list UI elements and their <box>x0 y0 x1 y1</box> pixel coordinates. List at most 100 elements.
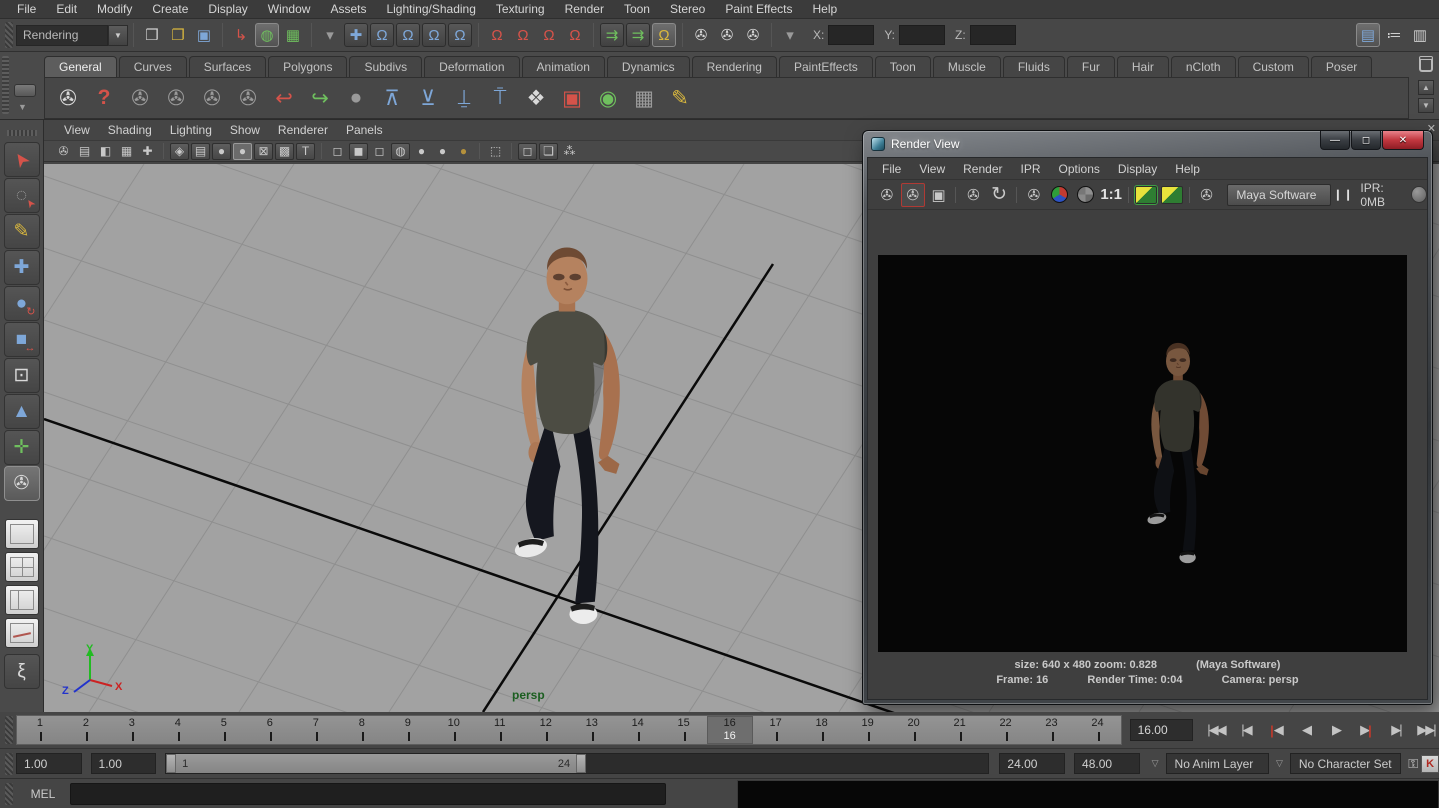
ambient-light-icon[interactable]: ● <box>454 143 473 160</box>
layout-persp-graph-button[interactable] <box>5 618 39 648</box>
menu-render[interactable]: Render <box>556 0 613 18</box>
z-coord-input[interactable] <box>970 25 1016 45</box>
camera-attributes-icon[interactable]: ▤ <box>75 143 94 160</box>
timeline-grip[interactable] <box>5 716 13 744</box>
resolution-gate-icon[interactable]: ▤ <box>191 143 210 160</box>
toolbox-grip[interactable] <box>7 130 37 136</box>
rv-menu-render[interactable]: Render <box>955 160 1010 178</box>
select-hierarchy-icon[interactable]: ↳ <box>229 23 253 47</box>
paint-select-tool[interactable]: ✎ <box>4 214 40 249</box>
current-time-field[interactable]: 16.00 <box>1130 719 1193 741</box>
snap-magnet-2-icon[interactable]: Ω <box>511 23 535 47</box>
frame-22[interactable]: 22 <box>983 716 1029 744</box>
shelf-tab-fluids[interactable]: Fluids <box>1003 56 1065 77</box>
default-lighting-icon[interactable]: ◻ <box>328 143 347 160</box>
timeline-ruler[interactable]: 1 2 3 4 5 6 7 8 9 10 11 12 13 14 15 1616… <box>16 715 1122 745</box>
minimize-button[interactable]: — <box>1320 131 1350 150</box>
frame-20[interactable]: 20 <box>891 716 937 744</box>
y-coord-input[interactable] <box>899 25 945 45</box>
isolate-select-icon[interactable]: ⬚ <box>486 143 505 160</box>
wireframe-icon[interactable]: ◈ <box>170 143 189 160</box>
bounding-box-icon[interactable]: ⊠ <box>254 143 273 160</box>
undo-icon[interactable]: ↩ <box>269 82 299 114</box>
render-current-frame-icon[interactable]: ✇ <box>875 183 899 207</box>
show-attribute-editor-icon[interactable]: ▤ <box>1356 23 1380 47</box>
set-key-icon[interactable]: ⚿ <box>1408 756 1418 772</box>
single-pane-icon[interactable]: ◻ <box>518 143 537 160</box>
frame-11[interactable]: 11 <box>477 716 523 744</box>
layout-outliner-persp-button[interactable] <box>5 585 39 615</box>
shelf-tab-muscle[interactable]: Muscle <box>933 56 1001 77</box>
frame-12[interactable]: 12 <box>523 716 569 744</box>
command-input[interactable] <box>70 783 666 805</box>
frame-18[interactable]: 18 <box>799 716 845 744</box>
frame-6[interactable]: 6 <box>247 716 293 744</box>
snap-plane-icon[interactable]: Ω <box>448 23 472 47</box>
menu-lighting-shading[interactable]: Lighting/Shading <box>377 0 484 18</box>
scale-tool[interactable]: ■↔ <box>4 322 40 357</box>
renderer-select[interactable]: Maya Software <box>1227 184 1330 206</box>
play-backwards-button[interactable]: ◀ <box>1293 718 1319 742</box>
frame-3[interactable]: 3 <box>109 716 155 744</box>
range-end-handle[interactable] <box>576 754 586 773</box>
shelf-tab-animation[interactable]: Animation <box>522 56 605 77</box>
rv-menu-options[interactable]: Options <box>1051 160 1108 178</box>
show-tool-settings-icon[interactable]: ≔ <box>1382 23 1406 47</box>
output-connections-icon[interactable]: ⇉ <box>626 23 650 47</box>
step-forward-key-button[interactable]: ▶| <box>1353 718 1379 742</box>
character-set-dropdown-icon[interactable]: ▽ <box>1276 758 1283 769</box>
shelf-tab-general[interactable]: General <box>44 56 117 77</box>
layout-four-pane-button[interactable] <box>5 552 39 582</box>
menu-paint-effects[interactable]: Paint Effects <box>716 0 801 18</box>
menu-modify[interactable]: Modify <box>88 0 141 18</box>
frame-9[interactable]: 9 <box>385 716 431 744</box>
last-tool-used[interactable]: ✇ <box>4 466 40 501</box>
open-scene-icon[interactable]: ❐ <box>166 23 190 47</box>
panel-menu-show[interactable]: Show <box>222 121 268 139</box>
group-icon[interactable]: ⍊ <box>449 82 479 114</box>
trash-icon[interactable] <box>1419 56 1433 72</box>
shelf-tab-surfaces[interactable]: Surfaces <box>189 56 266 77</box>
frame-24[interactable]: 24 <box>1075 716 1121 744</box>
default-material-icon[interactable]: ▩ <box>275 143 294 160</box>
shelf-tab-fur[interactable]: Fur <box>1067 56 1115 77</box>
frame-1[interactable]: 1 <box>17 716 63 744</box>
select-component-icon[interactable]: ▦ <box>281 23 305 47</box>
menu-toon[interactable]: Toon <box>615 0 659 18</box>
redo-previous-render-icon[interactable]: ✇ <box>901 183 925 207</box>
selection-mask-icon[interactable]: ▾ <box>318 23 342 47</box>
shelf-scroll-down-icon[interactable]: ▼ <box>1418 98 1434 113</box>
ipr-render-icon[interactable]: ✇ <box>715 23 739 47</box>
animation-end-field[interactable]: 48.00 <box>1074 753 1140 774</box>
maximize-button[interactable]: ◻ <box>1351 131 1381 150</box>
textured-icon[interactable]: T <box>296 143 315 160</box>
auto-keyframe-toggle[interactable]: K <box>1421 755 1439 773</box>
menu-file[interactable]: File <box>8 0 45 18</box>
quick-select-set-icon[interactable]: ◉ <box>593 82 623 114</box>
menu-window[interactable]: Window <box>259 0 320 18</box>
animation-start-field[interactable]: 1.00 <box>16 753 82 774</box>
new-scene-icon[interactable]: ❒ <box>140 23 164 47</box>
cmdline-grip[interactable] <box>5 783 13 805</box>
frame-21[interactable]: 21 <box>937 716 983 744</box>
menu-display[interactable]: Display <box>199 0 256 18</box>
frame-2[interactable]: 2 <box>63 716 109 744</box>
frame-23[interactable]: 23 <box>1029 716 1075 744</box>
snap-curve-icon[interactable]: Ω <box>396 23 420 47</box>
frame-14[interactable]: 14 <box>615 716 661 744</box>
all-lights-icon[interactable]: ● <box>412 143 431 160</box>
rv-menu-view[interactable]: View <box>911 160 953 178</box>
create-set-icon[interactable]: ▣ <box>557 82 587 114</box>
command-output[interactable] <box>737 780 1439 808</box>
save-scene-icon[interactable]: ▣ <box>192 23 216 47</box>
menu-edit[interactable]: Edit <box>47 0 86 18</box>
redo-icon[interactable]: ↪ <box>305 82 335 114</box>
parent-icon[interactable]: ⊼ <box>377 82 407 114</box>
sculpt-dragon-button[interactable]: ξ <box>4 654 40 689</box>
shelf-tab-ncloth[interactable]: nCloth <box>1171 56 1236 77</box>
play-forwards-button[interactable]: ▶ <box>1323 718 1349 742</box>
stacked-pane-icon[interactable]: ❏ <box>539 143 558 160</box>
ungroup-icon[interactable]: ⍑ <box>485 82 515 114</box>
render-settings-icon[interactable]: ✇ <box>741 23 765 47</box>
playback-end-field[interactable]: 24.00 <box>999 753 1065 774</box>
